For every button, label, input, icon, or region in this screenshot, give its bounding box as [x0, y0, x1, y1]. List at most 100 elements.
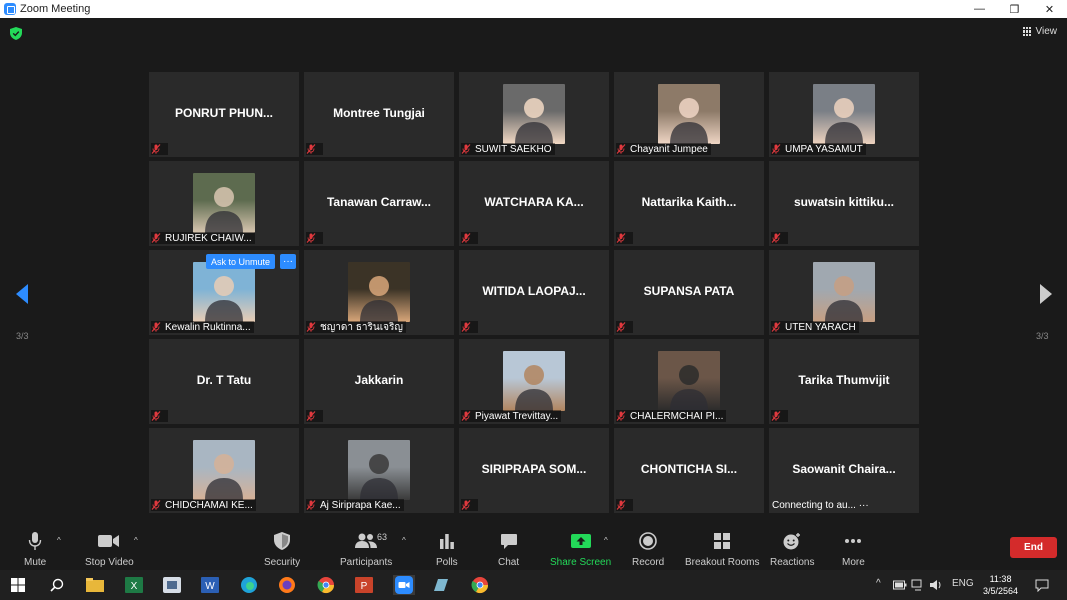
share-screen-button[interactable]: Share Screen	[550, 530, 611, 568]
powerpoint-icon[interactable]: P	[354, 575, 374, 595]
polls-button[interactable]: Polls	[436, 530, 458, 568]
participant-tile[interactable]: UTEN YARACH	[769, 250, 919, 335]
participant-tile[interactable]: WATCHARA KA...	[459, 161, 609, 246]
security-button[interactable]: Security	[264, 530, 300, 568]
share-options-caret-icon[interactable]: ^	[604, 536, 608, 545]
participant-tile[interactable]: PONRUT PHUN...	[149, 72, 299, 157]
participant-tile[interactable]: CHIDCHAMAI KE...	[149, 428, 299, 513]
mute-button[interactable]: Mute	[24, 530, 46, 568]
stop-video-button[interactable]: Stop Video	[85, 530, 134, 568]
firefox-icon[interactable]	[277, 575, 297, 595]
battery-icon[interactable]	[892, 575, 908, 595]
participant-tile[interactable]: Aj Siriprapa Kae...	[304, 428, 454, 513]
participant-label-bar	[151, 410, 168, 422]
participant-tile[interactable]: ชญาดา ธารินเจริญ	[304, 250, 454, 335]
participant-more-options-button[interactable]: ···	[280, 254, 296, 269]
participant-tile[interactable]: SUPANSA PATA	[614, 250, 764, 335]
breakout-rooms-button[interactable]: Breakout Rooms	[685, 530, 759, 568]
restore-button[interactable]: ❐	[997, 0, 1032, 18]
word-icon[interactable]: W	[200, 575, 220, 595]
participant-tile[interactable]: SIRIPRAPA SOM...	[459, 428, 609, 513]
system-clock[interactable]: 11:38 3/5/2564	[983, 573, 1018, 597]
muted-mic-icon	[461, 322, 471, 332]
participant-label: ชญาดา ธารินเจริญ	[320, 321, 403, 333]
network-icon[interactable]	[910, 575, 926, 595]
end-meeting-button[interactable]: End	[1010, 537, 1057, 558]
participant-video	[503, 351, 565, 411]
participant-video	[348, 262, 410, 322]
participant-name: Montree Tungjai	[333, 106, 425, 120]
record-button[interactable]: Record	[632, 530, 664, 568]
participant-label-bar: ชญาดา ธารินเจริญ	[306, 321, 406, 333]
zoom-taskbar-icon[interactable]	[393, 575, 415, 595]
participant-label-bar	[771, 410, 788, 422]
participant-tile[interactable]: Saowanit Chaira... Connecting to au... ··…	[769, 428, 919, 513]
participant-label-bar: Piyawat Trevittay...	[461, 410, 562, 422]
audio-options-caret-icon[interactable]: ^	[57, 536, 61, 545]
tray-chevron-up-icon[interactable]: ^	[876, 578, 881, 589]
participant-video	[813, 262, 875, 322]
participant-name: SUPANSA PATA	[643, 284, 735, 298]
participant-label-bar: UTEN YARACH	[771, 321, 859, 333]
muted-mic-icon	[306, 322, 316, 332]
participant-tile[interactable]: RUJIREK CHAIW...	[149, 161, 299, 246]
participant-tile[interactable]: WITIDA LAOPAJ...	[459, 250, 609, 335]
close-window-button[interactable]: ✕	[1032, 0, 1067, 18]
participant-name: PONRUT PHUN...	[174, 106, 273, 120]
chat-button[interactable]: Chat	[498, 530, 519, 568]
participant-tile[interactable]: CHONTICHA SI...	[614, 428, 764, 513]
reactions-label: Reactions	[770, 557, 815, 568]
encryption-shield-icon[interactable]	[10, 27, 22, 40]
file-explorer-icon[interactable]	[85, 575, 105, 595]
edge-browser-icon[interactable]	[239, 575, 259, 595]
muted-mic-icon	[461, 233, 471, 243]
search-icon[interactable]	[47, 575, 67, 595]
reactions-smiley-icon	[783, 533, 801, 550]
participant-name: CHONTICHA SI...	[640, 462, 738, 476]
chrome-second-icon[interactable]	[470, 575, 490, 595]
participant-tile[interactable]: Nattarika Kaith...	[614, 161, 764, 246]
windows-start-icon[interactable]	[8, 575, 28, 595]
participant-name: Dr. T Tatu	[196, 373, 252, 387]
participant-label-bar: CHALERMCHAI PI...	[616, 410, 727, 422]
previous-page-arrow-icon[interactable]	[13, 282, 33, 306]
view-button[interactable]: View	[1022, 26, 1057, 37]
video-options-caret-icon[interactable]: ^	[134, 536, 138, 545]
participant-tile[interactable]: Tanawan Carraw...	[304, 161, 454, 246]
next-page-arrow-icon[interactable]	[1035, 282, 1055, 306]
participant-tile[interactable]: SUWIT SAEKHO	[459, 72, 609, 157]
notes-app-icon[interactable]	[431, 575, 451, 595]
more-button[interactable]: More	[842, 530, 865, 568]
participant-tile[interactable]: Chayanit Jumpee	[614, 72, 764, 157]
excel-icon[interactable]: X	[124, 575, 144, 595]
participant-video	[658, 351, 720, 411]
participant-label-bar	[306, 232, 323, 244]
participant-tile[interactable]: CHALERMCHAI PI...	[614, 339, 764, 424]
participants-options-caret-icon[interactable]: ^	[402, 536, 406, 545]
muted-mic-icon	[151, 500, 161, 510]
participant-name: WATCHARA KA...	[484, 195, 584, 209]
minimize-button[interactable]: —	[962, 0, 997, 18]
participant-label-bar: Connecting to au... ···	[772, 499, 872, 511]
participant-tile[interactable]: Montree Tungjai	[304, 72, 454, 157]
app-store-icon[interactable]	[162, 575, 182, 595]
language-indicator[interactable]: ENG	[952, 578, 974, 589]
reactions-button[interactable]: Reactions	[770, 530, 814, 568]
chat-label: Chat	[498, 557, 520, 568]
share-screen-icon	[570, 534, 591, 548]
participant-label-bar: UMPA YASAMUT	[771, 143, 866, 155]
participant-tile[interactable]: Dr. T Tatu	[149, 339, 299, 424]
volume-icon[interactable]	[928, 575, 944, 595]
notification-center-icon[interactable]	[1032, 575, 1052, 595]
participant-tile[interactable]: Piyawat Trevittay...	[459, 339, 609, 424]
windows-taskbar: X W P ^ ENG 11:38 3/5/2564	[0, 570, 1067, 600]
ask-to-unmute-button[interactable]: Ask to Unmute	[206, 254, 276, 269]
participant-tile[interactable]: Tarika Thumvijit	[769, 339, 919, 424]
muted-mic-icon	[771, 144, 781, 154]
participant-tile[interactable]: suwatsin kittiku...	[769, 161, 919, 246]
participant-name: Tarika Thumvijit	[798, 373, 890, 387]
chrome-icon[interactable]	[316, 575, 336, 595]
participant-label-bar	[771, 232, 788, 244]
participant-tile[interactable]: UMPA YASAMUT	[769, 72, 919, 157]
participant-tile[interactable]: Jakkarin	[304, 339, 454, 424]
